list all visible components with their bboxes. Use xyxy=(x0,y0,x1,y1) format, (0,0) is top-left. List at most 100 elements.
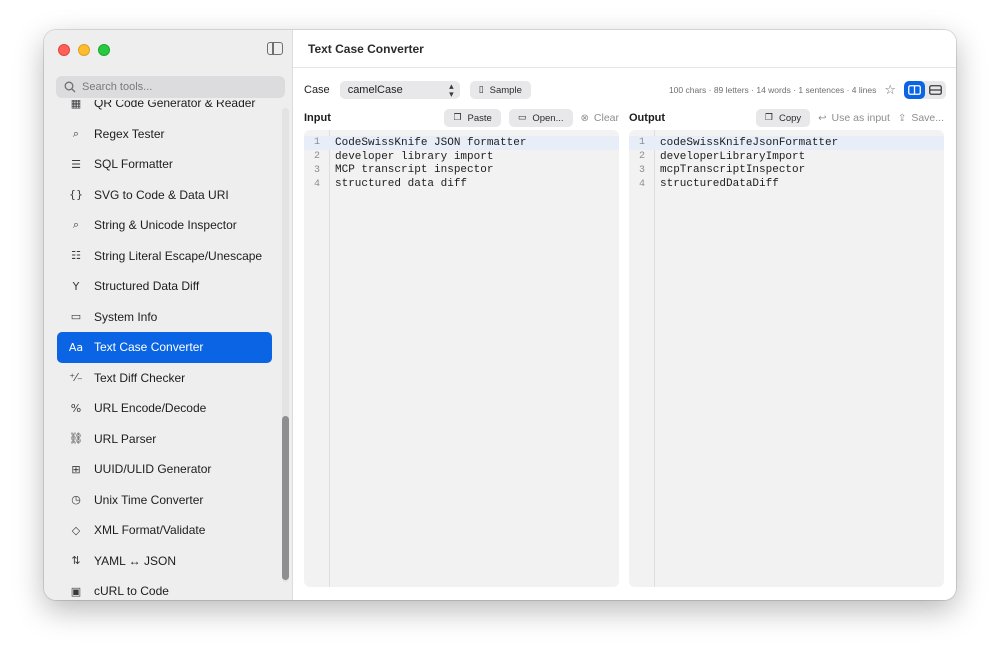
magnifier-icon: ⌕ xyxy=(72,218,80,232)
input-line: 1 CodeSwissKnife JSON formatter xyxy=(304,136,619,150)
sidebar-item-label: Structured Data Diff xyxy=(94,279,200,294)
sidebar-item-curl-to-code[interactable]: ▣ cURL to Code xyxy=(57,576,272,600)
zoom-window-button[interactable] xyxy=(98,44,110,56)
layout-toggle xyxy=(904,81,946,99)
sidebar-item-svg-to-code[interactable]: {} SVG to Code & Data URI xyxy=(57,180,272,211)
terminal-icon: ▣ xyxy=(70,584,82,598)
hash-icon: ⊞ xyxy=(71,462,81,476)
clear-button-label: Clear xyxy=(593,112,619,124)
open-button[interactable]: ▭ Open... xyxy=(508,109,573,127)
use-as-input-label: Use as input xyxy=(831,112,890,124)
line-number: 4 xyxy=(638,178,645,190)
link-icon: ⛓ xyxy=(69,432,83,446)
save-button-label: Save... xyxy=(911,112,944,124)
sidebar-item-text-case-converter[interactable]: Aa Text Case Converter xyxy=(57,332,272,363)
percent-icon: % xyxy=(70,401,82,415)
sidebar-item-label: Regex Tester xyxy=(94,126,165,141)
sidebar-item-string-inspector[interactable]: ⌕ String & Unicode Inspector xyxy=(57,210,272,241)
sidebar-scrollbar-thumb[interactable] xyxy=(282,416,289,580)
sidebar-item-label: YAML ↔ JSON xyxy=(94,553,177,568)
sidebar-item-system-info[interactable]: ▭ System Info xyxy=(57,302,272,333)
main-content: Text Case Converter Case camelCase ▴ ▾ ▯ … xyxy=(293,30,956,600)
window-title: Text Case Converter xyxy=(293,30,956,68)
sidebar-item-text-diff[interactable]: ⁺⁄₋ Text Diff Checker xyxy=(57,363,272,394)
clear-circle-icon: ⊗ xyxy=(580,112,589,124)
line-text: structured data diff xyxy=(335,178,468,191)
rows-icon xyxy=(929,85,942,95)
text-stats: 100 chars · 89 letters · 14 words · 1 se… xyxy=(668,85,877,95)
sidebar-item-label: cURL to Code xyxy=(94,584,169,599)
sidebar-item-yaml-json[interactable]: ⇅ YAML ↔ JSON xyxy=(57,546,272,577)
return-arrow-icon: ↩ xyxy=(818,112,827,124)
line-number: 1 xyxy=(638,137,645,149)
display-icon: ▭ xyxy=(70,310,82,324)
line-number: 4 xyxy=(313,178,320,190)
sidebar-item-label: UUID/ULID Generator xyxy=(94,462,212,477)
search-icon xyxy=(64,81,76,93)
sample-button[interactable]: ▯ Sample xyxy=(469,81,531,99)
input-line-gutter xyxy=(304,130,330,587)
updown-chevron-icon: ▴ ▾ xyxy=(449,81,454,99)
sidebar: ▦ QR Code Generator & Reader ⌕ Regex Teste… xyxy=(44,30,293,600)
folder-icon: ▭ xyxy=(517,113,527,123)
paste-button[interactable]: ❐ Paste xyxy=(444,109,501,127)
favorite-star-icon[interactable]: ☆ xyxy=(884,83,896,98)
sidebar-item-label: String & Unicode Inspector xyxy=(94,218,237,233)
sidebar-item-qr-code[interactable]: ▦ QR Code Generator & Reader xyxy=(57,100,272,119)
sidebar-item-label: XML Format/Validate xyxy=(94,523,206,538)
output-header: Output ❐ Copy ↩ Use as input ⇪ Save... xyxy=(629,108,944,128)
output-line: 4 structuredDataDiff xyxy=(629,177,944,191)
save-icon: ⇪ xyxy=(897,112,907,124)
search-input[interactable] xyxy=(82,81,272,93)
columns-icon xyxy=(908,85,921,95)
paste-button-label: Paste xyxy=(467,112,492,124)
swap-icon: ⇅ xyxy=(71,554,81,568)
output-line: 1 codeSwissKnifeJsonFormatter xyxy=(629,136,944,150)
sidebar-item-url-encode[interactable]: % URL Encode/Decode xyxy=(57,393,272,424)
sidebar-item-xml-format[interactable]: ◇ XML Format/Validate xyxy=(57,515,272,546)
toolbar: Case camelCase ▴ ▾ ▯ Sample 100 chars · 8… xyxy=(304,80,946,100)
output-line-gutter xyxy=(629,130,655,587)
save-button[interactable]: ⇪ Save... xyxy=(898,112,944,124)
line-number: 1 xyxy=(313,137,320,149)
minimize-window-button[interactable] xyxy=(78,44,90,56)
copy-button[interactable]: ❐ Copy xyxy=(755,109,811,127)
side-by-side-layout-button[interactable] xyxy=(904,81,925,99)
plus-minus-icon: ⁺⁄₋ xyxy=(69,371,83,385)
line-text: developer library import xyxy=(335,150,494,163)
tool-list: ▦ QR Code Generator & Reader ⌕ Regex Teste… xyxy=(44,100,292,600)
app-window: ▦ QR Code Generator & Reader ⌕ Regex Teste… xyxy=(44,30,956,600)
sidebar-item-label: System Info xyxy=(94,309,158,324)
sidebar-toggle-icon[interactable] xyxy=(267,42,283,55)
sidebar-item-structured-diff[interactable]: Y Structured Data Diff xyxy=(57,271,272,302)
braces-icon: {} xyxy=(69,188,83,202)
sidebar-item-sql-formatter[interactable]: ☰ SQL Formatter xyxy=(57,149,272,180)
output-title: Output xyxy=(629,112,666,124)
case-select-value: camelCase xyxy=(347,84,403,96)
case-label: Case xyxy=(304,84,330,96)
sidebar-item-label: Text Case Converter xyxy=(94,340,204,355)
sidebar-item-url-parser[interactable]: ⛓ URL Parser xyxy=(57,424,272,455)
output-line: 2 developerLibraryImport xyxy=(629,150,944,164)
use-as-input-button[interactable]: ↩ Use as input xyxy=(818,112,890,124)
output-line: 3 mcpTranscriptInspector xyxy=(629,164,944,178)
close-window-button[interactable] xyxy=(58,44,70,56)
sidebar-item-string-escape[interactable]: ☷ String Literal Escape/Unescape xyxy=(57,241,272,272)
stacked-layout-button[interactable] xyxy=(925,81,946,99)
clock-icon: ◷ xyxy=(71,493,81,507)
sidebar-item-label: URL Parser xyxy=(94,431,157,446)
escape-icon: ☷ xyxy=(71,249,81,263)
sidebar-item-label: String Literal Escape/Unescape xyxy=(94,248,263,263)
clear-button[interactable]: ⊗ Clear xyxy=(581,112,619,124)
sidebar-item-regex-tester[interactable]: ⌕ Regex Tester xyxy=(57,119,272,150)
sidebar-item-unix-time[interactable]: ◷ Unix Time Converter xyxy=(57,485,272,516)
search-field[interactable] xyxy=(56,76,285,98)
line-number: 3 xyxy=(638,164,645,176)
line-text: structuredDataDiff xyxy=(660,178,779,191)
line-text: CodeSwissKnife JSON formatter xyxy=(335,136,527,149)
sidebar-item-uuid-generator[interactable]: ⊞ UUID/ULID Generator xyxy=(57,454,272,485)
input-editor[interactable]: 1 CodeSwissKnife JSON formatter 2 develope… xyxy=(304,130,619,587)
tag-icon: ◇ xyxy=(71,523,81,537)
case-select[interactable]: camelCase ▴ ▾ xyxy=(339,81,460,99)
output-editor[interactable]: 1 codeSwissKnifeJsonFormatter 2 developerL… xyxy=(629,130,944,587)
